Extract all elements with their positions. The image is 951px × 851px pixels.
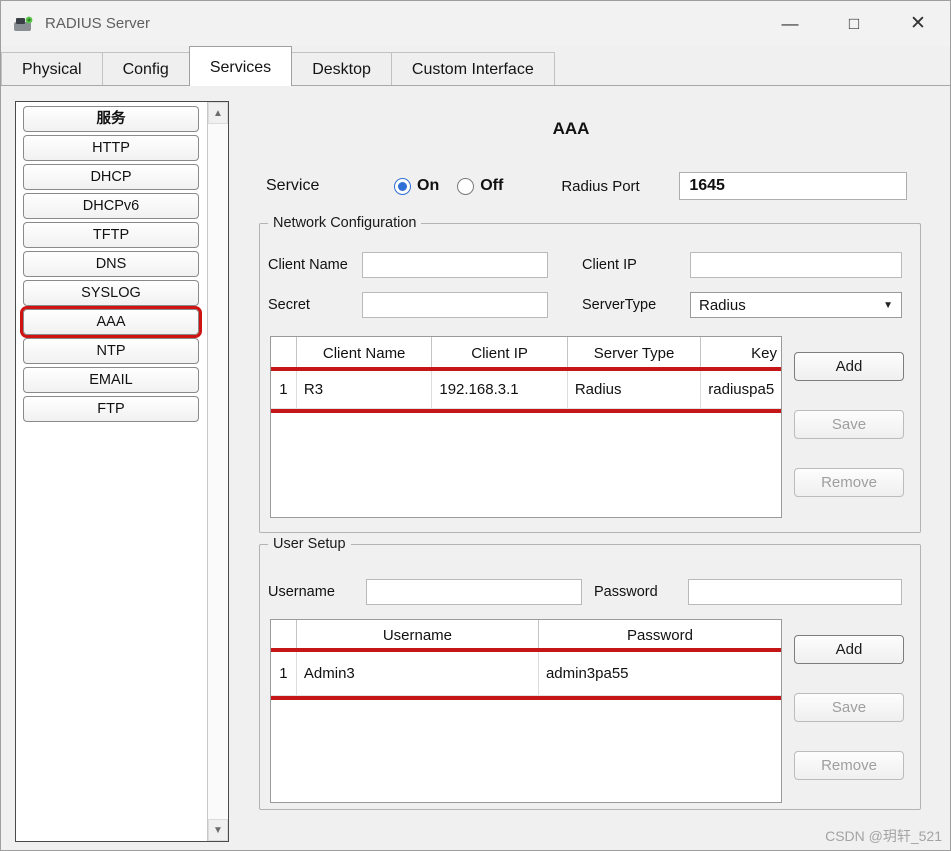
network-save-button[interactable]: Save (794, 410, 904, 439)
client-ip-input[interactable] (690, 252, 902, 278)
sidebar-item-dhcp[interactable]: DHCP (23, 164, 199, 190)
service-row: Service On Off Radius Port (266, 171, 908, 201)
server-type-label: ServerType (582, 297, 657, 313)
row-number: 1 (271, 371, 297, 408)
network-config-legend: Network Configuration (268, 215, 422, 231)
service-on-label[interactable]: On (417, 177, 439, 195)
maximize-button[interactable]: □ (822, 1, 886, 46)
password-cell: admin3pa55 (545, 665, 629, 682)
user-remove-button[interactable]: Remove (794, 751, 904, 780)
sidebar-item-services-header[interactable]: 服务 (23, 106, 199, 132)
service-on-radio[interactable] (394, 177, 411, 195)
minimize-button[interactable]: — (758, 1, 822, 46)
chevron-down-icon: ▼ (883, 299, 893, 311)
password-header: Password (627, 627, 693, 644)
key-header: Key (751, 345, 778, 362)
sidebar-item-tftp[interactable]: TFTP (23, 222, 199, 248)
secret-input[interactable] (362, 292, 548, 318)
clients-table-header: Client Name Client IP Server Type Key (271, 337, 781, 371)
server-type-value: Radius (699, 296, 746, 314)
client-name-header: Client Name (297, 337, 433, 370)
tab-custom-interface[interactable]: Custom Interface (390, 52, 555, 85)
tab-bar: Physical Config Services Desktop Custom … (1, 46, 950, 86)
server-type-header: Server Type (568, 337, 702, 370)
window-controls: — □ ✕ (758, 1, 950, 46)
app-icon (13, 14, 37, 34)
table-row[interactable]: 1 Admin3 admin3pa55 (271, 648, 781, 700)
service-label: Service (266, 177, 320, 194)
client-ip-header: Client IP (432, 337, 568, 370)
watermark: CSDN @玥轩_521 (825, 828, 942, 844)
sidebar-item-http[interactable]: HTTP (23, 135, 199, 161)
row-number: 1 (271, 652, 297, 695)
sidebar-item-email[interactable]: EMAIL (23, 367, 199, 393)
scroll-up-icon[interactable]: ▲ (208, 102, 228, 124)
sidebar-scrollbar[interactable]: ▲ ▼ (207, 102, 228, 841)
network-configuration-group: Network Configuration Client Name Client… (259, 215, 921, 533)
user-save-button[interactable]: Save (794, 693, 904, 722)
tab-config[interactable]: Config (101, 52, 190, 85)
services-sidebar: 服务 HTTP DHCP DHCPv6 TFTP DNS SYSLOG AAA … (15, 101, 229, 842)
service-off-radio[interactable] (457, 177, 475, 195)
user-add-button[interactable]: Add (794, 635, 904, 664)
username-label: Username (268, 584, 335, 600)
sidebar-item-aaa[interactable]: AAA (20, 306, 202, 338)
username-header: Username (297, 620, 539, 651)
client-name-input[interactable] (362, 252, 548, 278)
sidebar-item-ntp[interactable]: NTP (23, 338, 199, 364)
password-label: Password (594, 584, 658, 600)
user-setup-legend: User Setup (268, 536, 351, 552)
tab-physical[interactable]: Physical (1, 52, 103, 85)
window-title: RADIUS Server (45, 15, 151, 32)
page-title: AAA (552, 119, 590, 138)
titlebar: RADIUS Server — □ ✕ (1, 1, 950, 46)
service-off-label[interactable]: Off (480, 177, 503, 195)
row-number-header (271, 337, 297, 370)
radius-server-window: RADIUS Server — □ ✕ Physical Config Serv… (0, 0, 951, 851)
server-type-cell: Radius (568, 371, 702, 408)
scroll-down-icon[interactable]: ▼ (208, 819, 228, 841)
users-table-header: Username Password (271, 620, 781, 652)
radius-port-input[interactable] (679, 172, 908, 200)
client-name-label: Client Name (268, 257, 348, 273)
password-input[interactable] (688, 579, 902, 605)
close-button[interactable]: ✕ (886, 1, 950, 46)
key-cell: radiuspa5 (708, 381, 775, 398)
sidebar-item-ftp[interactable]: FTP (23, 396, 199, 422)
username-cell: Admin3 (297, 652, 539, 695)
network-add-button[interactable]: Add (794, 352, 904, 381)
username-input[interactable] (366, 579, 582, 605)
users-table: Username Password 1 Admin3 admin3pa55 (270, 619, 782, 803)
sidebar-item-dns[interactable]: DNS (23, 251, 199, 277)
secret-label: Secret (268, 297, 310, 313)
tab-desktop[interactable]: Desktop (291, 52, 392, 85)
table-row[interactable]: 1 R3 192.168.3.1 Radius radiuspa5 (271, 367, 781, 413)
sidebar-item-dhcpv6[interactable]: DHCPv6 (23, 193, 199, 219)
server-type-select[interactable]: Radius ▼ (690, 292, 902, 318)
clients-table: Client Name Client IP Server Type Key 1 … (270, 336, 782, 518)
client-ip-label: Client IP (582, 257, 637, 273)
network-remove-button[interactable]: Remove (794, 468, 904, 497)
radius-port-label: Radius Port (561, 177, 640, 195)
row-number-header (271, 620, 297, 651)
user-setup-group: User Setup Username Password Username Pa… (259, 536, 921, 810)
sidebar-item-syslog[interactable]: SYSLOG (23, 280, 199, 306)
services-list: 服务 HTTP DHCP DHCPv6 TFTP DNS SYSLOG AAA … (16, 106, 206, 425)
client-ip-cell: 192.168.3.1 (432, 371, 568, 408)
client-name-cell: R3 (297, 371, 433, 408)
tab-services[interactable]: Services (188, 46, 293, 86)
aaa-panel: AAA Service On Off Radius Port Network C… (241, 97, 941, 841)
